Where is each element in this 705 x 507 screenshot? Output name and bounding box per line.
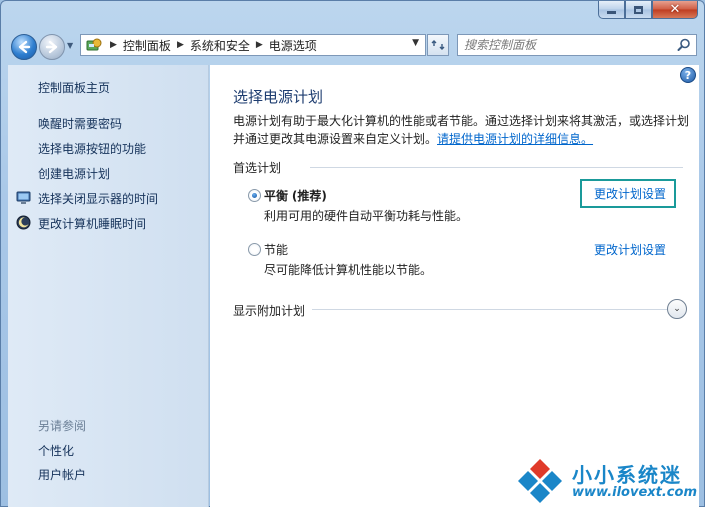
task-pane: 控制面板主页 唤醒时需要密码 选择电源按钮的功能 创建电源计划 选择关闭显示器的… xyxy=(8,65,209,507)
content-pane: ? 选择电源计划 电源计划有助于最大化计算机的性能或者节能。通过选择计划来将其激… xyxy=(210,65,699,507)
show-additional-plans-label[interactable]: 显示附加计划 xyxy=(233,302,305,319)
watermark: 小小系统迷 www.ilovext.com xyxy=(512,453,702,505)
intro-text: 电源计划有助于最大化计算机的性能或者节能。通过选择计划来将其激活，或选择计划并通… xyxy=(233,112,693,148)
sidebar-item-display-off-time[interactable]: 选择关闭显示器的时间 xyxy=(38,190,158,207)
refresh-icon xyxy=(431,40,445,50)
help-button[interactable]: ? xyxy=(680,67,696,83)
plan-power-saver-label[interactable]: 节能 xyxy=(264,241,288,258)
power-plan-info-link[interactable]: 请提供电源计划的详细信息。 xyxy=(437,132,593,146)
window-frame: ✕ ▼ ▶ 控制面板 ▶ 系统和安全 ▶ 电源选项 ▼ 搜索控制面板 控制面板主… xyxy=(0,0,705,507)
recent-pages-dropdown[interactable]: ▼ xyxy=(67,41,77,51)
chevron-down-icon: ⌄ xyxy=(673,304,681,314)
breadcrumb-system-security[interactable]: 系统和安全 xyxy=(190,37,250,54)
plan-balanced-name: 平衡 xyxy=(264,189,289,203)
preferred-plans-heading: 首选计划 xyxy=(233,161,282,175)
see-also-heading: 另请参阅 xyxy=(38,419,87,433)
close-button[interactable]: ✕ xyxy=(652,1,698,19)
plan-balanced-description: 利用可用的硬件自动平衡功耗与性能。 xyxy=(264,209,469,223)
sidebar-item-create-plan[interactable]: 创建电源计划 xyxy=(38,165,110,182)
minimize-button[interactable] xyxy=(598,1,625,19)
sidebar-item-control-panel-home[interactable]: 控制面板主页 xyxy=(38,79,110,96)
address-dropdown-icon[interactable]: ▼ xyxy=(412,38,419,48)
breadcrumb-control-panel[interactable]: 控制面板 xyxy=(123,37,171,54)
arrow-left-icon xyxy=(18,40,31,54)
search-input[interactable] xyxy=(464,38,674,52)
forward-button[interactable] xyxy=(39,34,65,60)
see-also-user-accounts[interactable]: 用户帐户 xyxy=(38,466,86,483)
sidebar-item-power-buttons[interactable]: 选择电源按钮的功能 xyxy=(38,140,146,157)
plan-balanced-tag: (推荐) xyxy=(291,189,327,203)
help-icon: ? xyxy=(684,68,692,82)
arrow-right-icon xyxy=(45,40,58,54)
caption-buttons: ✕ xyxy=(598,1,698,19)
divider xyxy=(310,167,683,168)
monitor-icon xyxy=(16,191,31,204)
close-icon: ✕ xyxy=(669,2,681,17)
minimize-icon xyxy=(607,11,616,14)
change-plan-settings-power-saver-link[interactable]: 更改计划设置 xyxy=(594,241,666,258)
back-button[interactable] xyxy=(11,34,37,60)
refresh-button[interactable] xyxy=(427,34,449,56)
control-panel-icon xyxy=(86,38,102,51)
watermark-text: 小小系统迷 xyxy=(572,463,682,487)
address-bar[interactable]: ▶ 控制面板 ▶ 系统和安全 ▶ 电源选项 ▼ xyxy=(80,34,426,56)
maximize-icon xyxy=(634,5,643,14)
plan-balanced-label[interactable]: 平衡 (推荐) xyxy=(264,187,327,204)
plan-balanced-radio[interactable] xyxy=(248,189,261,202)
expand-button[interactable]: ⌄ xyxy=(667,299,687,319)
moon-icon xyxy=(16,215,31,230)
watermark-logo-icon xyxy=(518,459,562,503)
change-plan-settings-balanced-link[interactable]: 更改计划设置 xyxy=(580,179,677,208)
page-title: 选择电源计划 xyxy=(233,88,324,106)
breadcrumb-separator[interactable]: ▶ xyxy=(256,40,263,50)
search-box xyxy=(457,34,697,56)
breadcrumb-power-options[interactable]: 电源选项 xyxy=(269,37,317,54)
sidebar-item-sleep-time[interactable]: 更改计算机睡眠时间 xyxy=(38,215,146,232)
watermark-url: www.ilovext.com xyxy=(572,485,697,500)
breadcrumb: ▶ 控制面板 ▶ 系统和安全 ▶ 电源选项 xyxy=(104,37,317,54)
see-also-personalization[interactable]: 个性化 xyxy=(38,442,74,459)
plan-power-saver-description: 尽可能降低计算机性能以节能。 xyxy=(264,263,433,277)
breadcrumb-separator[interactable]: ▶ xyxy=(177,40,184,50)
search-icon[interactable] xyxy=(677,38,691,52)
sidebar-item-wakeup-password[interactable]: 唤醒时需要密码 xyxy=(38,115,122,132)
breadcrumb-separator[interactable]: ▶ xyxy=(110,40,117,50)
maximize-button[interactable] xyxy=(625,1,652,19)
divider xyxy=(312,309,667,310)
plan-power-saver-name: 节能 xyxy=(264,243,289,257)
plan-power-saver-radio[interactable] xyxy=(248,243,261,256)
